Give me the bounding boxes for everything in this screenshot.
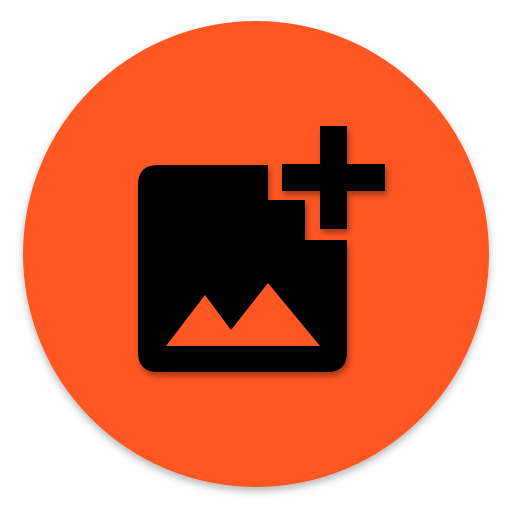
- app-icon[interactable]: [21, 19, 491, 489]
- add-photo-icon: [23, 21, 489, 487]
- icon-stage: [0, 0, 512, 512]
